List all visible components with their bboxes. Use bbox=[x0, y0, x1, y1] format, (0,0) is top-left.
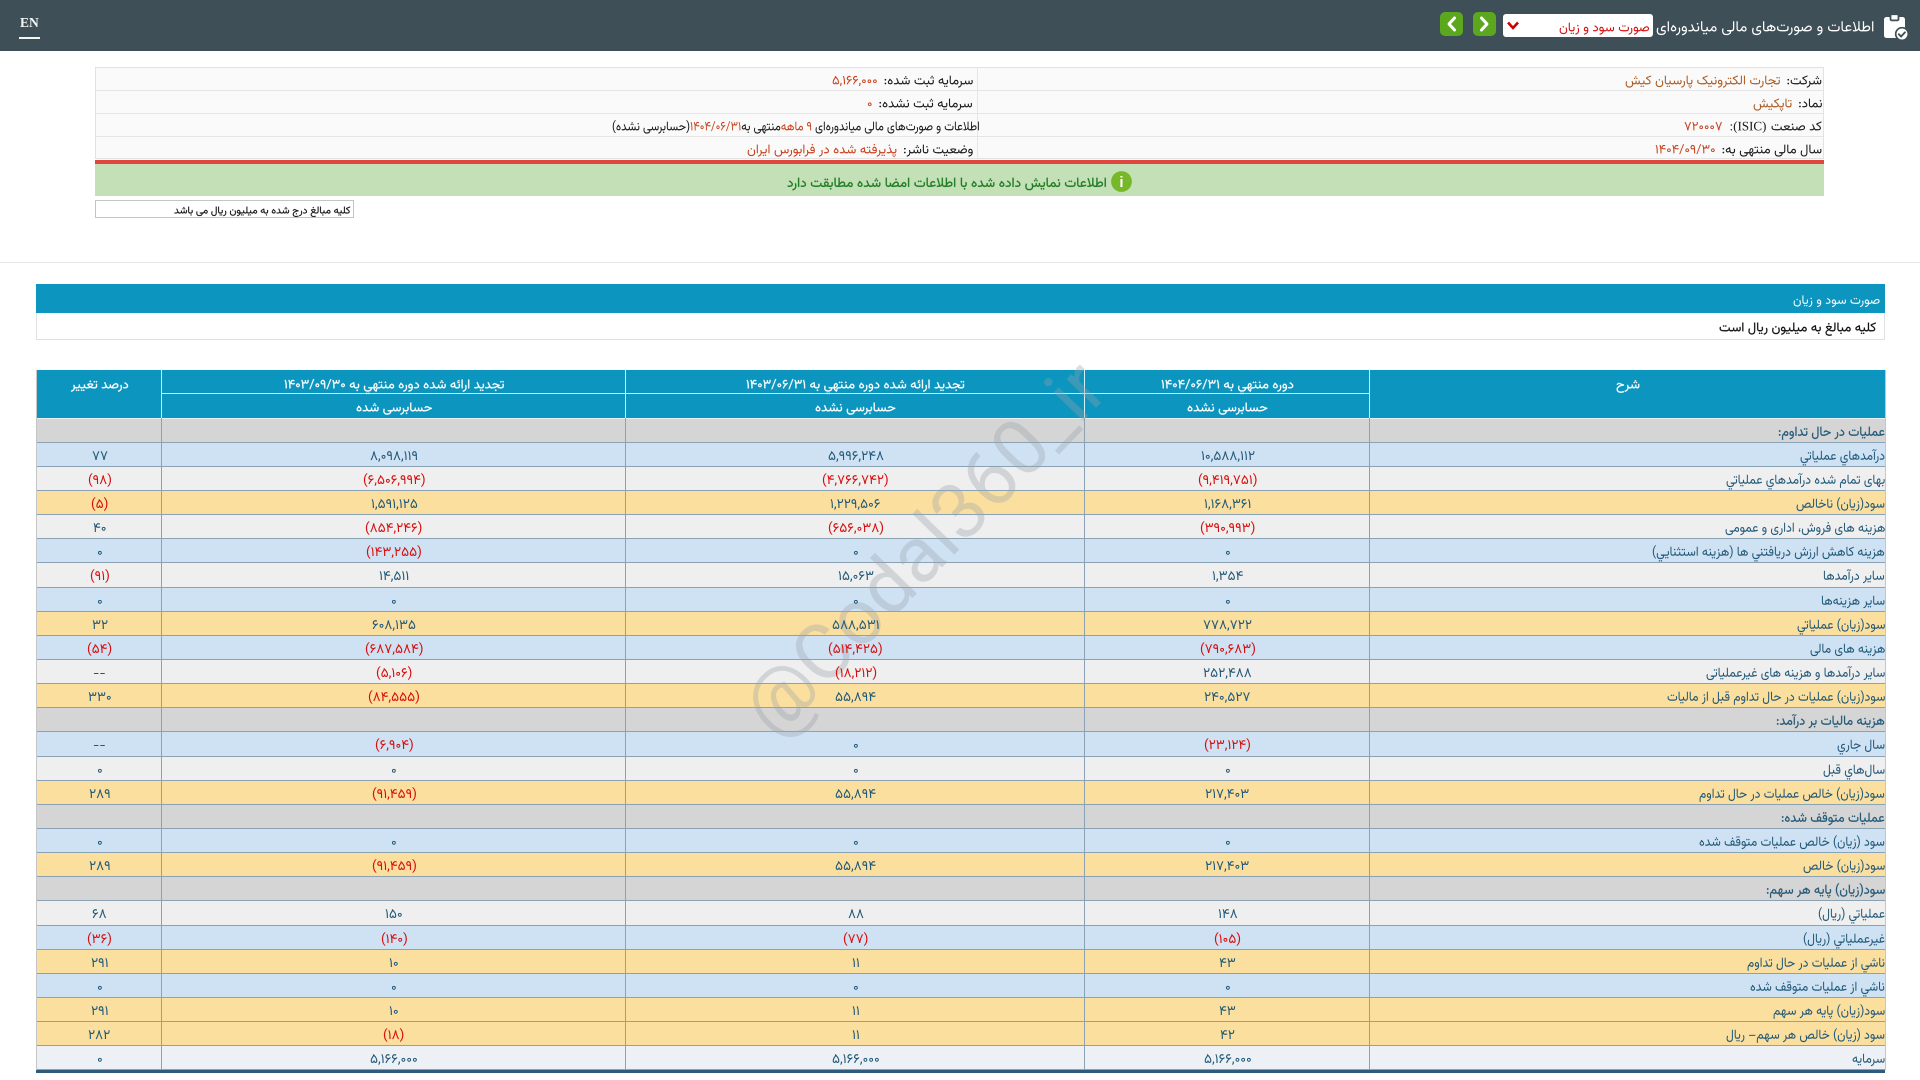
svg-text:i: i bbox=[1119, 174, 1123, 191]
